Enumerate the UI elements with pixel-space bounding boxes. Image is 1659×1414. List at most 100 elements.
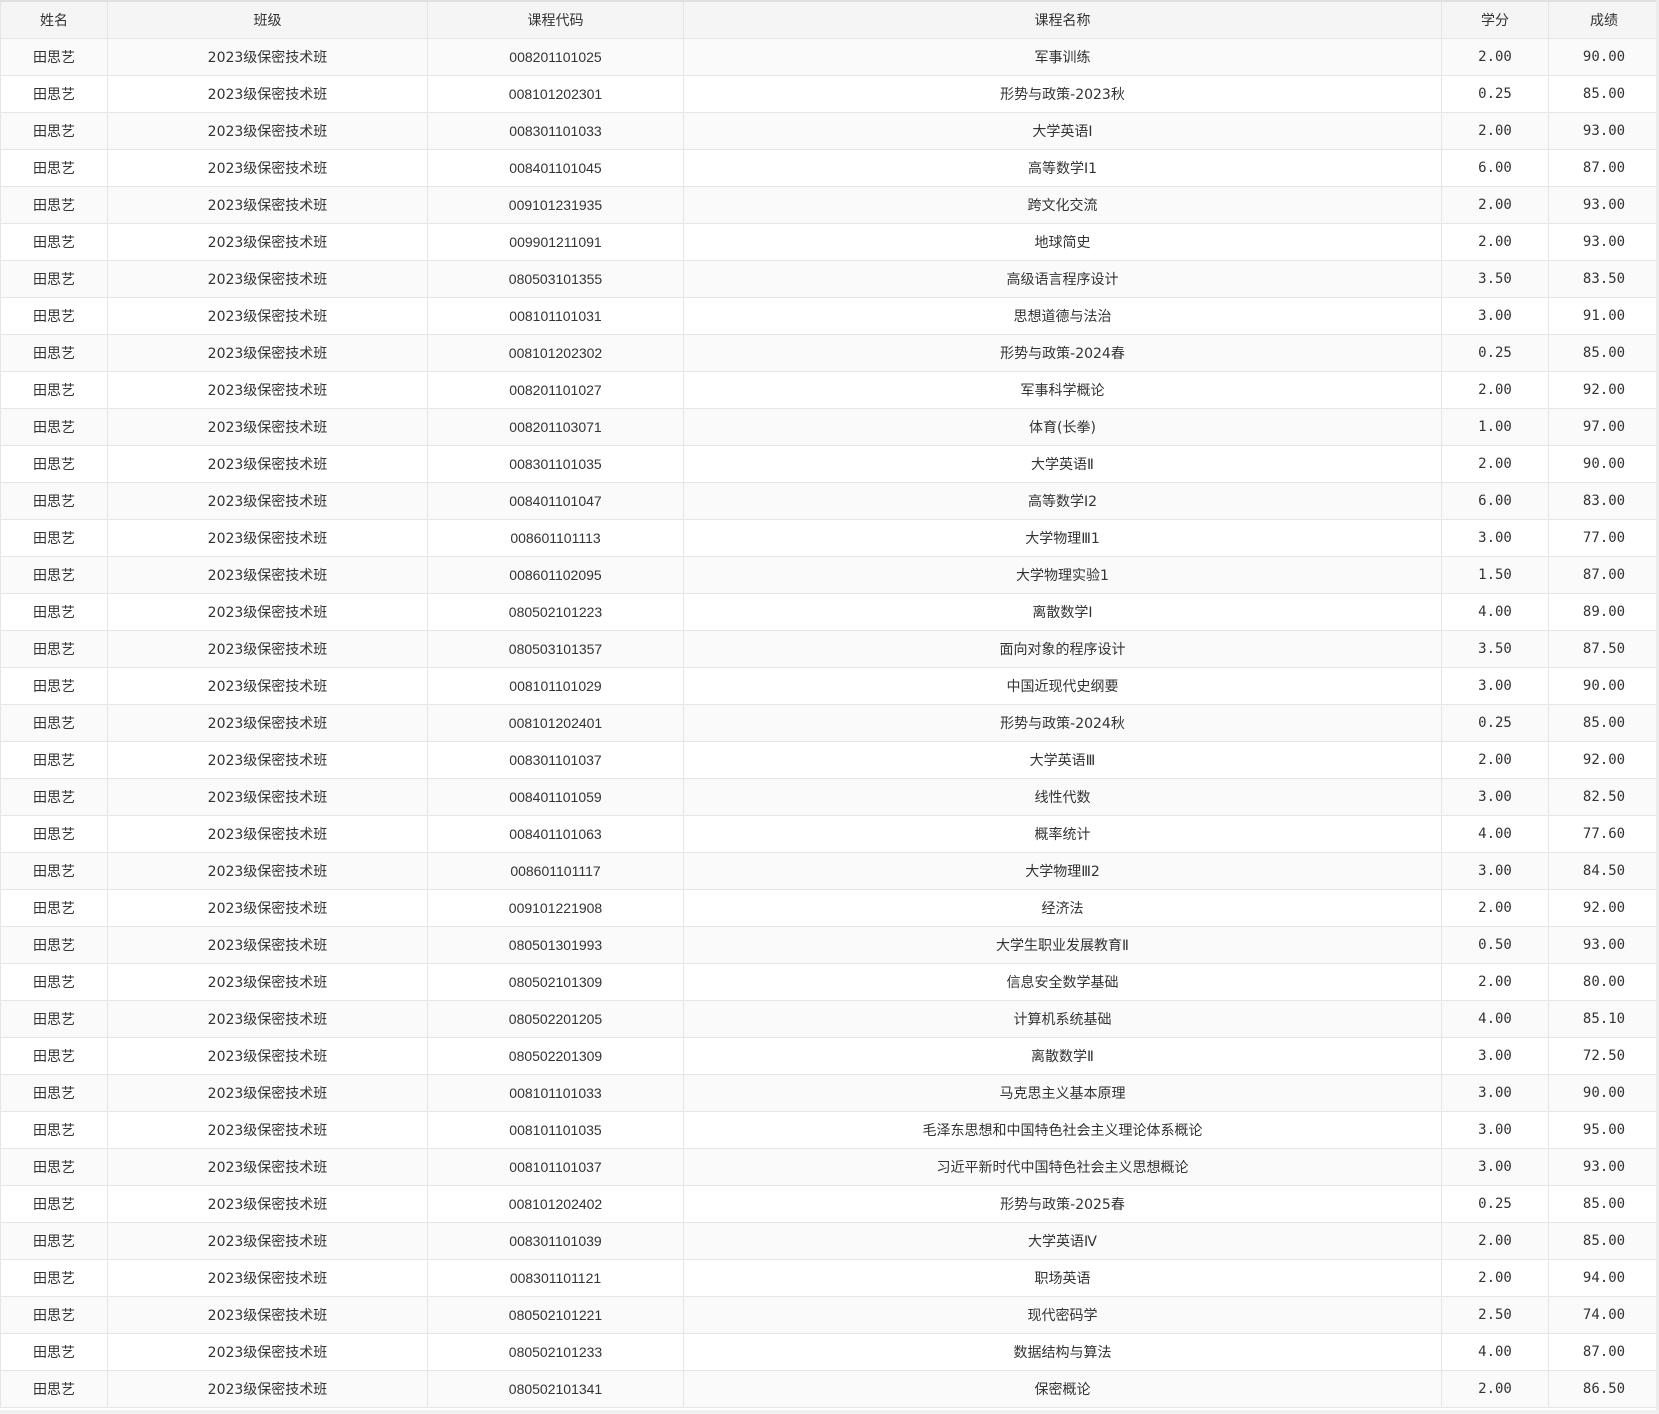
cell-credit: 2.00 xyxy=(1441,1370,1549,1408)
cell-student-name: 田思艺 xyxy=(0,1111,108,1149)
cell-credit: 2.00 xyxy=(1441,1222,1549,1260)
table-row[interactable]: 田思艺 2023级保密技术班 008101101029 中国近现代史纲要 3.00 90.… xyxy=(0,667,1659,705)
cell-student-name: 田思艺 xyxy=(0,1333,108,1371)
cell-course-name: 高等数学Ⅰ2 xyxy=(683,482,1442,520)
table-row[interactable]: 田思艺 2023级保密技术班 008201101027 军事科学概论 2.00 92.00 xyxy=(0,371,1659,409)
table-row[interactable]: 田思艺 2023级保密技术班 008401101059 线性代数 3.00 82.50 xyxy=(0,778,1659,816)
table-row[interactable]: 田思艺 2023级保密技术班 008301101035 大学英语Ⅱ 2.00 90.00 xyxy=(0,445,1659,483)
cell-class: 2023级保密技术班 xyxy=(107,1148,428,1186)
cell-course-name: 中国近现代史纲要 xyxy=(683,667,1442,705)
cell-student-name: 田思艺 xyxy=(0,482,108,520)
cell-score: 92.00 xyxy=(1548,371,1659,409)
cell-score: 84.50 xyxy=(1548,852,1659,890)
table-row[interactable]: 田思艺 2023级保密技术班 008101101035 毛泽东思想和中国特色社会主义理… xyxy=(0,1111,1659,1149)
table-row[interactable]: 田思艺 2023级保密技术班 080502201205 计算机系统基础 4.00 85.1… xyxy=(0,1000,1659,1038)
column-header-class[interactable]: 班级 xyxy=(107,0,428,39)
table-row[interactable]: 田思艺 2023级保密技术班 080502101221 现代密码学 2.50 74.00 xyxy=(0,1296,1659,1334)
table-body: 田思艺 2023级保密技术班 008201101025 军事训练 2.00 90.00 田思… xyxy=(0,38,1659,1408)
cell-score: 83.50 xyxy=(1548,260,1659,298)
cell-course-code: 080502101341 xyxy=(427,1370,684,1408)
table-row[interactable]: 田思艺 2023级保密技术班 008401101047 高等数学Ⅰ2 6.00 83.00 xyxy=(0,482,1659,520)
cell-class: 2023级保密技术班 xyxy=(107,852,428,890)
table-row[interactable]: 田思艺 2023级保密技术班 008101202402 形势与政策-2025春 0.25… xyxy=(0,1185,1659,1223)
table-row[interactable]: 田思艺 2023级保密技术班 008201103071 体育(长拳) 1.00 97.00 xyxy=(0,408,1659,446)
cell-course-code: 080502101221 xyxy=(427,1296,684,1334)
table-row[interactable]: 田思艺 2023级保密技术班 080501301993 大学生职业发展教育Ⅱ 0.50 9… xyxy=(0,926,1659,964)
cell-class: 2023级保密技术班 xyxy=(107,297,428,335)
cell-course-name: 线性代数 xyxy=(683,778,1442,816)
cell-course-code: 008201103071 xyxy=(427,408,684,446)
cell-course-name: 职场英语 xyxy=(683,1259,1442,1297)
cell-course-name: 大学英语Ⅰ xyxy=(683,112,1442,150)
cell-course-name: 形势与政策-2024春 xyxy=(683,334,1442,372)
cell-class: 2023级保密技术班 xyxy=(107,519,428,557)
table-row[interactable]: 田思艺 2023级保密技术班 008301101033 大学英语Ⅰ 2.00 93.00 xyxy=(0,112,1659,150)
cell-class: 2023级保密技术班 xyxy=(107,667,428,705)
table-row[interactable]: 田思艺 2023级保密技术班 008601101117 大学物理Ⅲ2 3.00 84.50 xyxy=(0,852,1659,890)
column-header-course-name[interactable]: 课程名称 xyxy=(683,0,1442,39)
table-row[interactable]: 田思艺 2023级保密技术班 080502101223 离散数学Ⅰ 4.00 89.00 xyxy=(0,593,1659,631)
table-row[interactable]: 田思艺 2023级保密技术班 008101202302 形势与政策-2024春 0.25… xyxy=(0,334,1659,372)
table-row[interactable]: 田思艺 2023级保密技术班 008101101033 马克思主义基本原理 3.00 90… xyxy=(0,1074,1659,1112)
table-row[interactable]: 田思艺 2023级保密技术班 008101101031 思想道德与法治 3.00 91.0… xyxy=(0,297,1659,335)
cell-student-name: 田思艺 xyxy=(0,778,108,816)
cell-student-name: 田思艺 xyxy=(0,1185,108,1223)
cell-credit: 3.00 xyxy=(1441,852,1549,890)
cell-credit: 2.00 xyxy=(1441,445,1549,483)
table-row[interactable]: 田思艺 2023级保密技术班 080502101309 信息安全数学基础 2.00 80.… xyxy=(0,963,1659,1001)
table-row[interactable]: 田思艺 2023级保密技术班 009101221908 经济法 2.00 92.00 xyxy=(0,889,1659,927)
cell-score: 90.00 xyxy=(1548,667,1659,705)
cell-score: 86.50 xyxy=(1548,1370,1659,1408)
table-row[interactable]: 田思艺 2023级保密技术班 008601101113 大学物理Ⅲ1 3.00 77.00 xyxy=(0,519,1659,557)
column-header-course-code[interactable]: 课程代码 xyxy=(427,0,684,39)
table-row[interactable]: 田思艺 2023级保密技术班 008401101045 高等数学Ⅰ1 6.00 87.00 xyxy=(0,149,1659,187)
cell-course-code: 080501301993 xyxy=(427,926,684,964)
cell-class: 2023级保密技术班 xyxy=(107,926,428,964)
cell-course-name: 习近平新时代中国特色社会主义思想概论 xyxy=(683,1148,1442,1186)
table-row[interactable]: 田思艺 2023级保密技术班 080503101355 高级语言程序设计 3.50 83.… xyxy=(0,260,1659,298)
cell-student-name: 田思艺 xyxy=(0,1259,108,1297)
cell-course-name: 现代密码学 xyxy=(683,1296,1442,1334)
cell-class: 2023级保密技术班 xyxy=(107,260,428,298)
table-row[interactable]: 田思艺 2023级保密技术班 008101202301 形势与政策-2023秋 0.25… xyxy=(0,75,1659,113)
cell-course-code: 080502101223 xyxy=(427,593,684,631)
cell-course-name: 大学英语Ⅲ xyxy=(683,741,1442,779)
cell-credit: 3.00 xyxy=(1441,1074,1549,1112)
cell-credit: 4.00 xyxy=(1441,1333,1549,1371)
cell-class: 2023级保密技术班 xyxy=(107,593,428,631)
cell-credit: 3.00 xyxy=(1441,519,1549,557)
cell-class: 2023级保密技术班 xyxy=(107,482,428,520)
column-header-credit[interactable]: 学分 xyxy=(1441,0,1549,39)
cell-student-name: 田思艺 xyxy=(0,556,108,594)
table-row[interactable]: 田思艺 2023级保密技术班 008101101037 习近平新时代中国特色社会主义思… xyxy=(0,1148,1659,1186)
column-header-name[interactable]: 姓名 xyxy=(0,0,108,39)
cell-student-name: 田思艺 xyxy=(0,852,108,890)
column-header-score[interactable]: 成绩 xyxy=(1548,0,1659,39)
table-row[interactable]: 田思艺 2023级保密技术班 080503101357 面向对象的程序设计 3.50 87… xyxy=(0,630,1659,668)
cell-credit: 1.00 xyxy=(1441,408,1549,446)
cell-credit: 3.00 xyxy=(1441,778,1549,816)
cell-course-name: 形势与政策-2023秋 xyxy=(683,75,1442,113)
table-row[interactable]: 田思艺 2023级保密技术班 008601102095 大学物理实验1 1.50 87.0… xyxy=(0,556,1659,594)
table-row[interactable]: 田思艺 2023级保密技术班 009901211091 地球简史 2.00 93.00 xyxy=(0,223,1659,261)
cell-course-code: 008101202301 xyxy=(427,75,684,113)
table-row[interactable]: 田思艺 2023级保密技术班 008301101037 大学英语Ⅲ 2.00 92.00 xyxy=(0,741,1659,779)
cell-student-name: 田思艺 xyxy=(0,1148,108,1186)
table-row[interactable]: 田思艺 2023级保密技术班 008101202401 形势与政策-2024秋 0.25… xyxy=(0,704,1659,742)
cell-class: 2023级保密技术班 xyxy=(107,223,428,261)
cell-credit: 3.00 xyxy=(1441,1111,1549,1149)
table-row[interactable]: 田思艺 2023级保密技术班 008201101025 军事训练 2.00 90.00 xyxy=(0,38,1659,76)
cell-credit: 2.00 xyxy=(1441,38,1549,76)
table-row[interactable]: 田思艺 2023级保密技术班 080502101341 保密概论 2.00 86.50 xyxy=(0,1370,1659,1408)
table-row[interactable]: 田思艺 2023级保密技术班 008301101039 大学英语Ⅳ 2.00 85.00 xyxy=(0,1222,1659,1260)
table-row[interactable]: 田思艺 2023级保密技术班 008401101063 概率统计 4.00 77.60 xyxy=(0,815,1659,853)
table-row[interactable]: 田思艺 2023级保密技术班 080502201309 离散数学Ⅱ 3.00 72.50 xyxy=(0,1037,1659,1075)
cell-course-name: 高等数学Ⅰ1 xyxy=(683,149,1442,187)
cell-student-name: 田思艺 xyxy=(0,260,108,298)
cell-student-name: 田思艺 xyxy=(0,297,108,335)
cell-credit: 0.50 xyxy=(1441,926,1549,964)
cell-course-name: 军事训练 xyxy=(683,38,1442,76)
table-row[interactable]: 田思艺 2023级保密技术班 080502101233 数据结构与算法 4.00 87.0… xyxy=(0,1333,1659,1371)
table-row[interactable]: 田思艺 2023级保密技术班 009101231935 跨文化交流 2.00 93.00 xyxy=(0,186,1659,224)
table-row[interactable]: 田思艺 2023级保密技术班 008301101121 职场英语 2.00 94.00 xyxy=(0,1259,1659,1297)
